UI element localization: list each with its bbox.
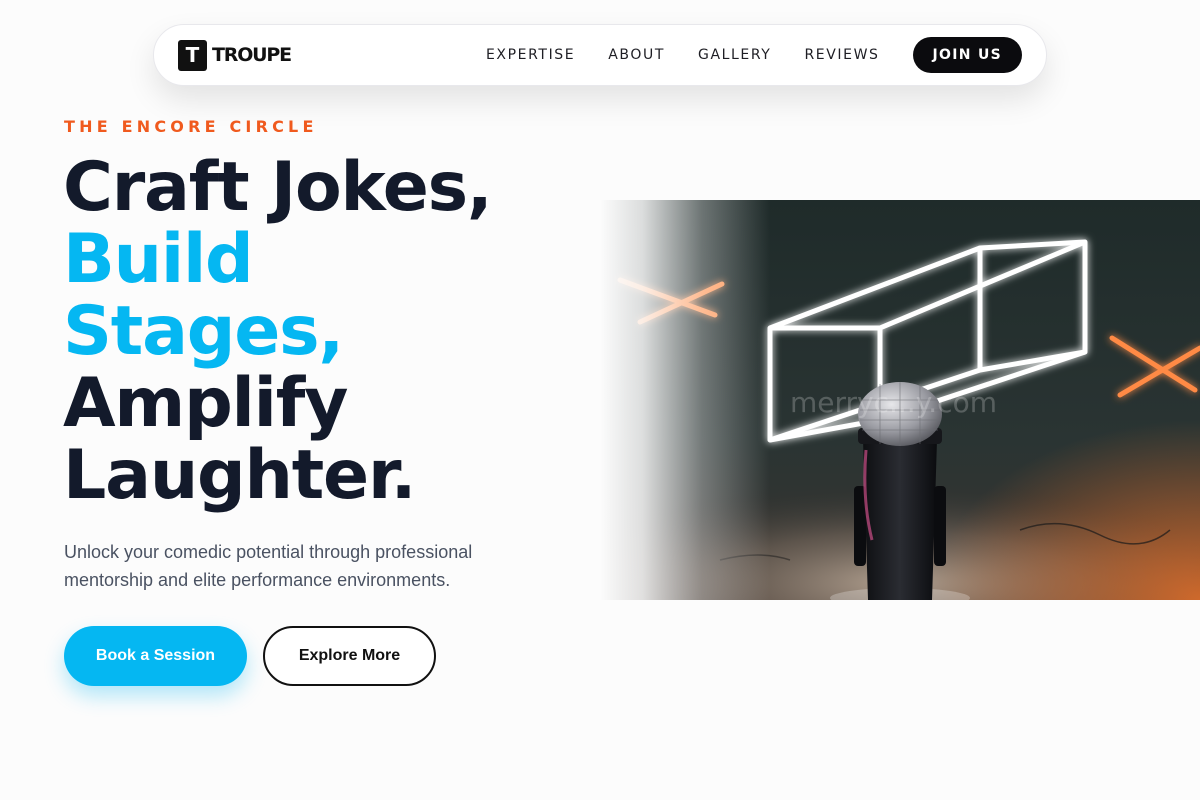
- join-us-button[interactable]: JOIN US: [912, 37, 1022, 73]
- top-navigation: T TROUPE EXPERTISE ABOUT GALLERY REVIEWS…: [153, 24, 1047, 86]
- headline-line-1: Craft Jokes,: [63, 148, 493, 227]
- hero-headline: Craft Jokes, Build Stages, Amplify Laugh…: [63, 152, 583, 512]
- brand-logo[interactable]: T TROUPE: [178, 39, 292, 71]
- nav-link-gallery[interactable]: GALLERY: [698, 47, 771, 63]
- nav-link-about[interactable]: ABOUT: [608, 47, 665, 63]
- hero-subtext: Unlock your comedic potential through pr…: [64, 542, 473, 590]
- headline-line-3: Stages,: [63, 292, 344, 371]
- book-session-button[interactable]: Book a Session: [64, 626, 247, 686]
- hero-eyebrow: THE ENCORE CIRCLE: [64, 117, 318, 136]
- hero-image: merryc...y.com: [600, 200, 1200, 600]
- logo-icon: T: [178, 39, 207, 71]
- hero-image-fade: [600, 200, 770, 600]
- headline-line-4: Amplify: [63, 364, 348, 443]
- image-watermark: merryc...y.com: [790, 386, 997, 419]
- nav-link-reviews[interactable]: REVIEWS: [804, 47, 879, 63]
- brand-name: TROUPE: [212, 44, 292, 66]
- nav-link-expertise[interactable]: EXPERTISE: [486, 47, 575, 63]
- headline-line-5: Laughter.: [63, 436, 416, 515]
- explore-more-button[interactable]: Explore More: [263, 626, 436, 686]
- nav-links: EXPERTISE ABOUT GALLERY REVIEWS: [486, 47, 880, 63]
- headline-line-2: Build: [63, 220, 254, 299]
